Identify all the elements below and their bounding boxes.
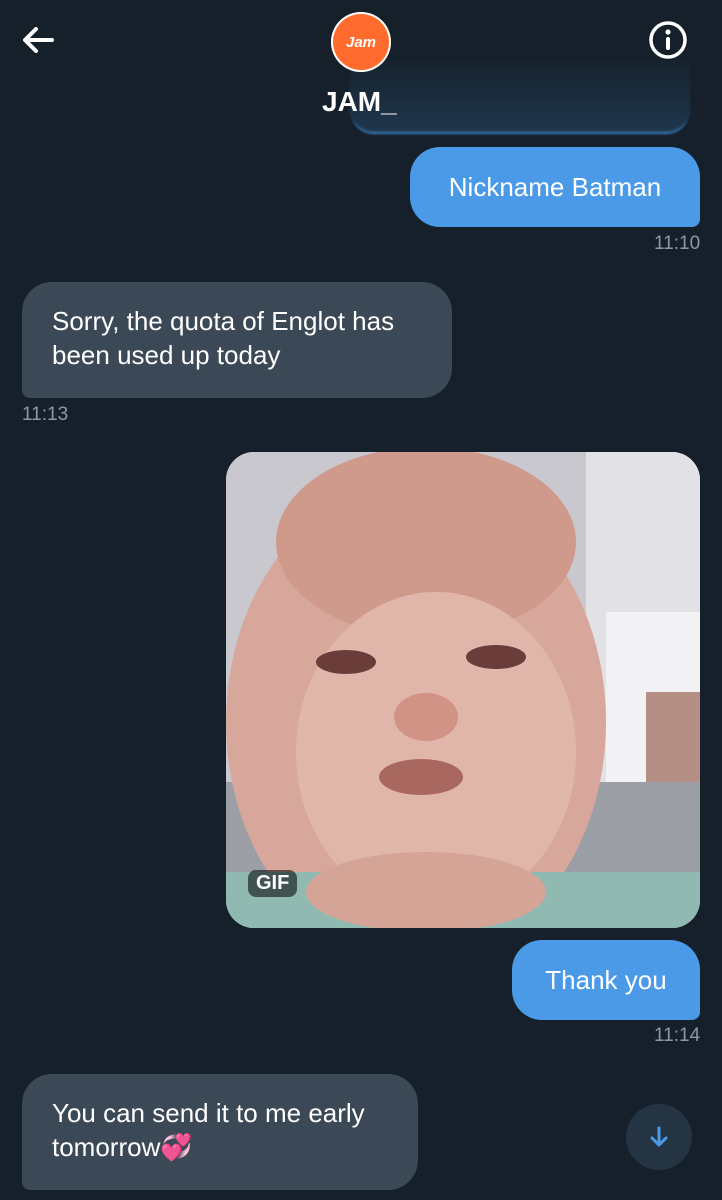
two-hearts-emoji: 💞	[160, 1132, 193, 1162]
arrow-down-icon	[650, 1126, 668, 1147]
message-text: Sorry, the quota of Englot has been used…	[52, 306, 395, 370]
message-text: You can send it to me early tomorrow	[52, 1098, 365, 1162]
conversation-header: Jam JAM_	[0, 0, 722, 140]
gif-message[interactable]: GIF	[226, 452, 700, 928]
message-timestamp: 11:13	[22, 404, 69, 425]
avatar-logo-text: Jam	[345, 33, 377, 51]
scroll-to-bottom-button[interactable]	[626, 1104, 692, 1170]
contact-name[interactable]: JAM_	[322, 86, 397, 118]
contact-avatar[interactable]: Jam	[331, 12, 391, 72]
conversation-info-button[interactable]	[644, 16, 692, 64]
message-bubble-incoming[interactable]: You can send it to me early tomorrow💞	[22, 1074, 418, 1190]
message-text: Nickname Batman	[448, 172, 662, 202]
message-text: Thank you	[545, 965, 667, 995]
back-button[interactable]	[16, 18, 60, 62]
blurred-overlay	[350, 60, 690, 134]
info-icon	[649, 21, 687, 59]
message-bubble-incoming[interactable]: Sorry, the quota of Englot has been used…	[22, 282, 452, 398]
gif-badge: GIF	[248, 870, 298, 897]
crying-baby-gif-image	[226, 452, 700, 928]
arrow-left-icon	[23, 27, 54, 53]
message-timestamp: 11:14	[654, 1025, 701, 1046]
message-bubble-outgoing[interactable]: Thank you	[512, 940, 700, 1020]
message-timestamp: 11:10	[654, 233, 701, 254]
message-bubble-outgoing[interactable]: Nickname Batman	[410, 147, 700, 227]
